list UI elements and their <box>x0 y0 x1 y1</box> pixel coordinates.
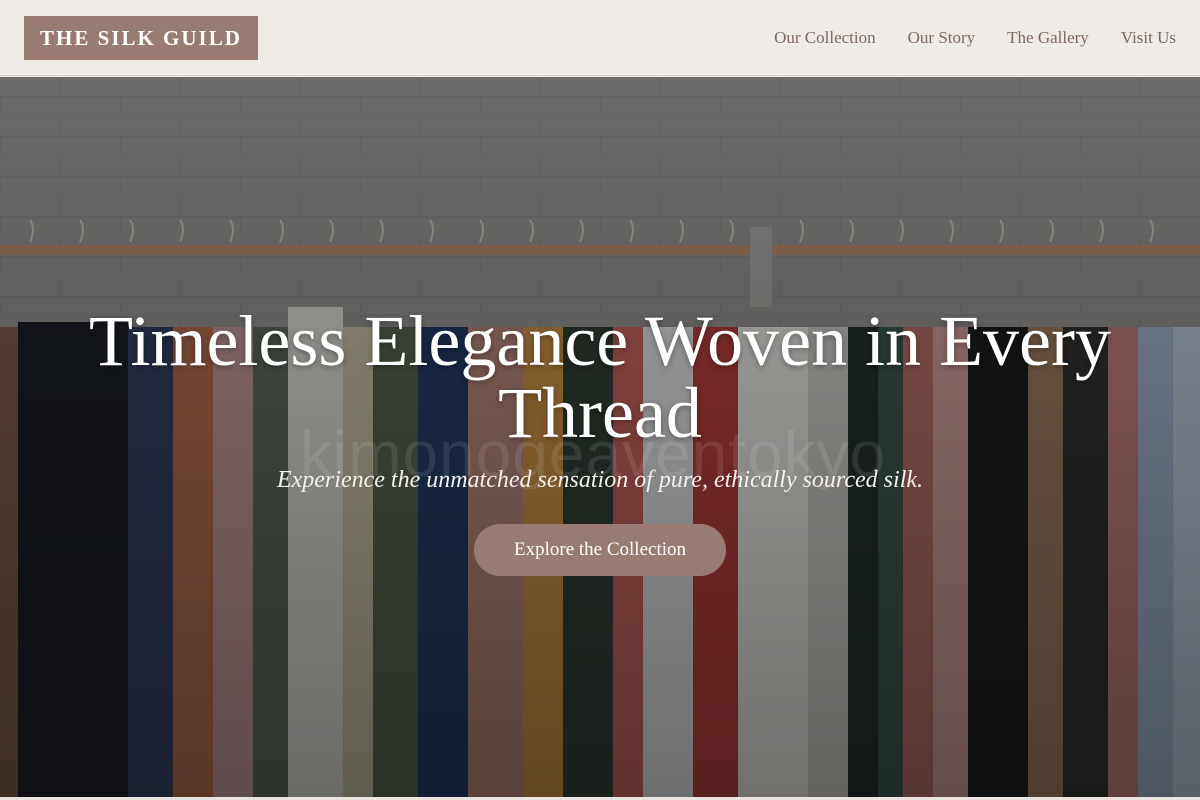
main-nav: Our Collection Our Story The Gallery Vis… <box>774 28 1176 48</box>
nav-link-collection[interactable]: Our Collection <box>774 28 876 48</box>
nav-link-story[interactable]: Our Story <box>908 28 976 48</box>
hero-section: kimonogeaventokyo Timeless Elegance Wove… <box>0 77 1200 797</box>
hero-title: Timeless Elegance Woven in Every Thread <box>89 301 1111 453</box>
hero-content: Timeless Elegance Woven in Every Thread … <box>0 305 1200 576</box>
explore-collection-button[interactable]: Explore the Collection <box>473 524 726 576</box>
nav-link-gallery[interactable]: The Gallery <box>1007 28 1089 48</box>
site-header: THE SILK GUILD Our Collection Our Story … <box>0 0 1200 76</box>
nav-link-visit[interactable]: Visit Us <box>1121 28 1176 48</box>
hero-subtitle: Experience the unmatched sensation of pu… <box>276 467 924 493</box>
brand-logo[interactable]: THE SILK GUILD <box>24 15 258 60</box>
